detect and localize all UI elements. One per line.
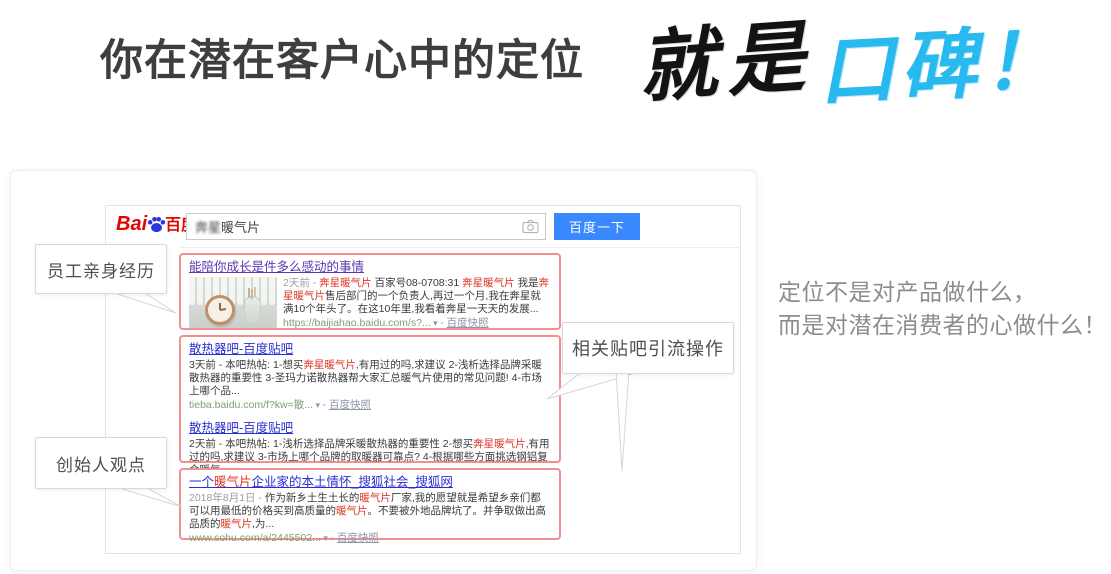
result-title-link[interactable]: 能陪你成长是件多么感动的事情 <box>189 259 364 275</box>
snippet-text: 一个 <box>189 475 214 489</box>
result-snippet: 3天前 - 本吧热帖: 1-想买奔星暖气片,有用过的吗,求建议 2-浅析选择品牌… <box>189 359 551 398</box>
result-thumbnail-image[interactable] <box>189 277 277 328</box>
callout-tieba-traffic: 相关贴吧引流操作 <box>562 322 734 374</box>
result-text: 3天前 - 本吧热帖: 1-想买奔星暖气片,有用过的吗,求建议 2-浅析选择品牌… <box>189 359 551 412</box>
search-result: 能陪你成长是件多么感动的事情 2天前 - 奔星暖气片 百家号08-0708:31 … <box>189 258 551 330</box>
result-text: 2天前 - 奔星暖气片 百家号08-0708:31 奔星暖气片 我是奔星暖气片售… <box>283 277 551 330</box>
result-title-link[interactable]: 散热器吧-百度贴吧 <box>189 420 293 436</box>
search-result: 一个暖气片企业家的本土情怀_搜狐社会_搜狐网2018年8月1日 - 作为新乡土生… <box>189 473 551 545</box>
keyword-highlight: 暖气片 <box>336 505 368 517</box>
annotation-red-box: 散热器吧-百度贴吧 3天前 - 本吧热帖: 1-想买奔星暖气片,有用过的吗,求建议… <box>179 335 561 463</box>
snippet-text: 百家号08-0708:31 <box>372 277 462 289</box>
baidu-snapshot-link[interactable]: 百度快照 <box>447 317 489 329</box>
annotation-red-box: 能陪你成长是件多么感动的事情 2天前 - 奔星暖气片 百家号08-0708:31 … <box>179 253 561 330</box>
snippet-text: 作为新乡土生土长的 <box>265 492 360 504</box>
result-body: 2天前 - 奔星暖气片 百家号08-0708:31 奔星暖气片 我是奔星暖气片售… <box>189 277 551 330</box>
keyword-highlight: 奔星暖气片 <box>319 277 372 289</box>
callout-label: 创始人观点 <box>56 451 146 476</box>
baidu-serp: Bai 百度 奔星暖气片 百度一 <box>105 205 741 554</box>
result-snippet: 2018年8月1日 - 作为新乡土生土长的暖气片厂家,我的愿望就是希望乡亲们都可… <box>189 492 551 531</box>
headline-text: 你在潜在客户心中的定位 <box>100 26 584 88</box>
callout-employee-experience: 员工亲身经历 <box>35 244 167 294</box>
keyword-highlight: 奔星暖气片 <box>303 359 356 371</box>
dropdown-caret-icon[interactable]: ▾ <box>431 318 441 328</box>
search-query: 暖气片 <box>221 217 260 236</box>
baidu-snapshot-link[interactable]: 百度快照 <box>329 399 371 411</box>
infographic: 你在潜在客户心中的定位 就是 口碑！ Bai 百度 奔星暖气片 <box>0 0 1111 574</box>
result-title-link[interactable]: 散热器吧-百度贴吧 <box>189 341 293 357</box>
dropdown-caret-icon[interactable]: ▾ <box>313 400 323 410</box>
snippet-text: 我是 <box>515 277 539 289</box>
baidu-snapshot-link[interactable]: 百度快照 <box>337 532 379 544</box>
result-snippet: 2天前 - 奔星暖气片 百家号08-0708:31 奔星暖气片 我是奔星暖气片售… <box>283 277 551 316</box>
result-url-line: tieba.baidu.com/f?kw=散... ▾ - 百度快照 <box>189 399 551 412</box>
snippet-text: 3天前 - 本吧热帖: 1-想买 <box>189 359 303 371</box>
headline-calligraphy-black: 就是 <box>634 0 817 118</box>
snippet-text: 能陪你成长是件多么感动的事情 <box>189 260 364 274</box>
snippet-text: 2018年8月1日 - <box>189 492 265 504</box>
result-title-link[interactable]: 一个暖气片企业家的本土情怀_搜狐社会_搜狐网 <box>189 474 453 490</box>
result-url: https://baijiahao.baidu.com/s?... <box>283 317 431 329</box>
search-input[interactable]: 奔星暖气片 <box>186 213 546 240</box>
snippet-text: ,为... <box>252 518 274 530</box>
result-url: tieba.baidu.com/f?kw=散... <box>189 399 313 411</box>
snippet-text: 散热器吧-百度贴吧 <box>189 421 293 435</box>
baidu-search-button[interactable]: 百度一下 <box>554 213 640 240</box>
baidu-logo[interactable]: Bai 百度 <box>116 214 197 234</box>
result-url: www.sohu.com/a/2445502... <box>189 532 321 544</box>
annotation-red-box: 一个暖气片企业家的本土情怀_搜狐社会_搜狐网2018年8月1日 - 作为新乡土生… <box>179 468 561 540</box>
quote-line-2: 而是对潜在消费者的心做什么！ <box>778 309 1111 342</box>
baidu-logo-latin: Bai <box>116 214 147 234</box>
snippet-text: 2天前 - <box>283 277 319 289</box>
keyword-highlight: 暖气片 <box>221 518 253 530</box>
keyword-highlight: 奔星暖气片 <box>462 277 515 289</box>
headline-calligraphy-accent: 口碑！ <box>815 0 1066 120</box>
callout-founder-view: 创始人观点 <box>35 437 167 489</box>
search-result: 散热器吧-百度贴吧 3天前 - 本吧热帖: 1-想买奔星暖气片,有用过的吗,求建议… <box>189 340 551 412</box>
callout-label: 员工亲身经历 <box>47 257 155 282</box>
quote-line-1: 定位不是对产品做什么， <box>778 276 1111 309</box>
snippet-text: 企业家的本土情怀_搜狐社会_搜狐网 <box>252 475 453 489</box>
positioning-quote: 定位不是对产品做什么， 而是对潜在消费者的心做什么！ <box>778 276 1111 342</box>
search-query-blurred: 奔星 <box>195 217 221 236</box>
result-url-line: https://baijiahao.baidu.com/s?... ▾ - 百度… <box>283 317 551 330</box>
camera-icon[interactable] <box>522 219 539 234</box>
result-body: 3天前 - 本吧热帖: 1-想买奔星暖气片,有用过的吗,求建议 2-浅析选择品牌… <box>189 359 551 412</box>
keyword-highlight: 暖气片 <box>359 492 391 504</box>
keyword-highlight: 奔星暖气片 <box>473 438 526 450</box>
snippet-text: 2天前 - 本吧热帖: 1-浅析选择品牌采暖散热器的重要性 2-想买 <box>189 438 473 450</box>
callout-label: 相关贴吧引流操作 <box>572 335 724 361</box>
keyword-highlight: 暖气片 <box>214 475 252 489</box>
snippet-text: 散热器吧-百度贴吧 <box>189 342 293 356</box>
result-body: 2018年8月1日 - 作为新乡土生土长的暖气片厂家,我的愿望就是希望乡亲们都可… <box>189 492 551 545</box>
result-url-line: www.sohu.com/a/2445502... ▾ - 百度快照 <box>189 532 551 545</box>
header-divider <box>180 247 740 248</box>
result-text: 2018年8月1日 - 作为新乡土生土长的暖气片厂家,我的愿望就是希望乡亲们都可… <box>189 492 551 545</box>
